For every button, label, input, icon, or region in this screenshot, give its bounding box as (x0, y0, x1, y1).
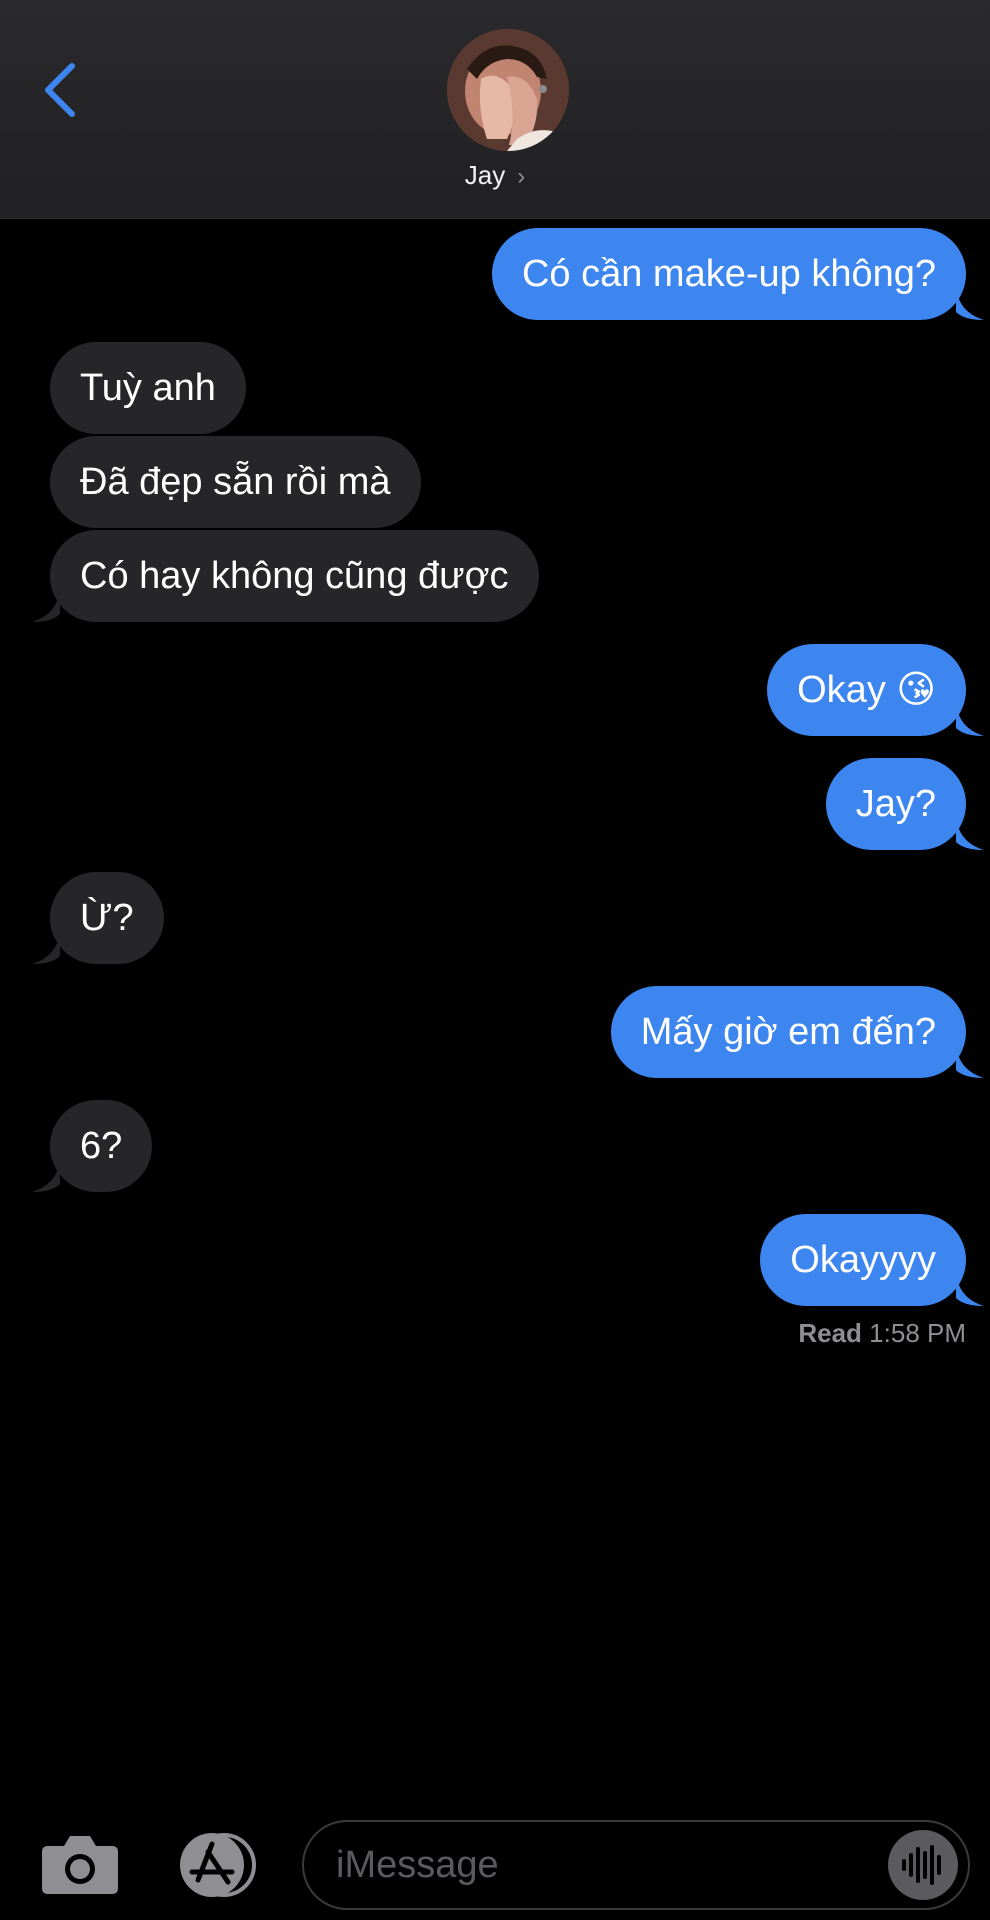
message-bubble-received[interactable]: Có hay không cũng được (32, 530, 539, 622)
chevron-right-icon: › (517, 163, 526, 190)
app-store-button[interactable] (170, 1830, 262, 1900)
message-bubble-received[interactable]: 6? (32, 1100, 153, 1192)
message-bubble-sent[interactable]: Mấy giờ em đến? (610, 986, 984, 1078)
read-receipt: Read 1:58 PM (798, 1318, 966, 1349)
chevron-left-icon (45, 63, 75, 117)
message-bubble-received[interactable]: Đã đẹp sẵn rồi mà (50, 436, 421, 528)
message-text: Jay? (855, 783, 936, 825)
message-bubble-sent[interactable]: Jay? (825, 758, 984, 850)
contact-name[interactable]: Jay (465, 160, 505, 190)
app-store-icon (180, 1833, 256, 1897)
bubble-tail (32, 1158, 60, 1192)
message-bubble-received[interactable]: Ừ? (32, 872, 164, 964)
message-text: Ừ? (80, 897, 134, 939)
message-bubble-sent[interactable]: Okay 😘 (767, 644, 984, 736)
back-button[interactable] (30, 58, 90, 122)
message-text: Mấy giờ em đến? (640, 1011, 936, 1053)
message-text: Đã đẹp sẵn rồi mà (80, 461, 391, 503)
contact-name-row[interactable]: Jay › (0, 160, 990, 191)
bubble-tail (32, 930, 60, 964)
read-time: 1:58 PM (869, 1318, 966, 1348)
message-input-placeholder: iMessage (336, 1844, 499, 1886)
audio-waveform-icon (902, 1845, 941, 1885)
message-text: Có hay không cũng được (80, 555, 509, 597)
message-text: Tuỳ anh (80, 367, 216, 409)
conversation-header: Jay › (0, 0, 990, 219)
message-text: 6? (80, 1125, 123, 1167)
message-input[interactable]: iMessage (302, 1820, 970, 1910)
message-bubble-sent[interactable]: Có cần make-up không? (491, 228, 984, 320)
audio-message-button[interactable] (888, 1830, 958, 1900)
message-bubble-sent[interactable]: Okayyyy (760, 1214, 984, 1306)
message-text: Okayyyy (790, 1239, 936, 1281)
contact-avatar[interactable] (447, 29, 569, 151)
camera-icon (42, 1836, 118, 1894)
message-bubble-received[interactable]: Tuỳ anh (50, 342, 246, 434)
bubble-tail (956, 702, 984, 736)
bubble-tail (956, 1044, 984, 1078)
camera-button[interactable] (40, 1834, 120, 1896)
message-text: Okay 😘 (797, 669, 936, 711)
read-label: Read (798, 1318, 862, 1348)
bubble-tail (956, 816, 984, 850)
message-text: Có cần make-up không? (521, 253, 936, 295)
bubble-tail (956, 286, 984, 320)
bubble-tail (956, 1272, 984, 1306)
avatar-photo (447, 29, 569, 151)
bubble-tail (32, 588, 60, 622)
